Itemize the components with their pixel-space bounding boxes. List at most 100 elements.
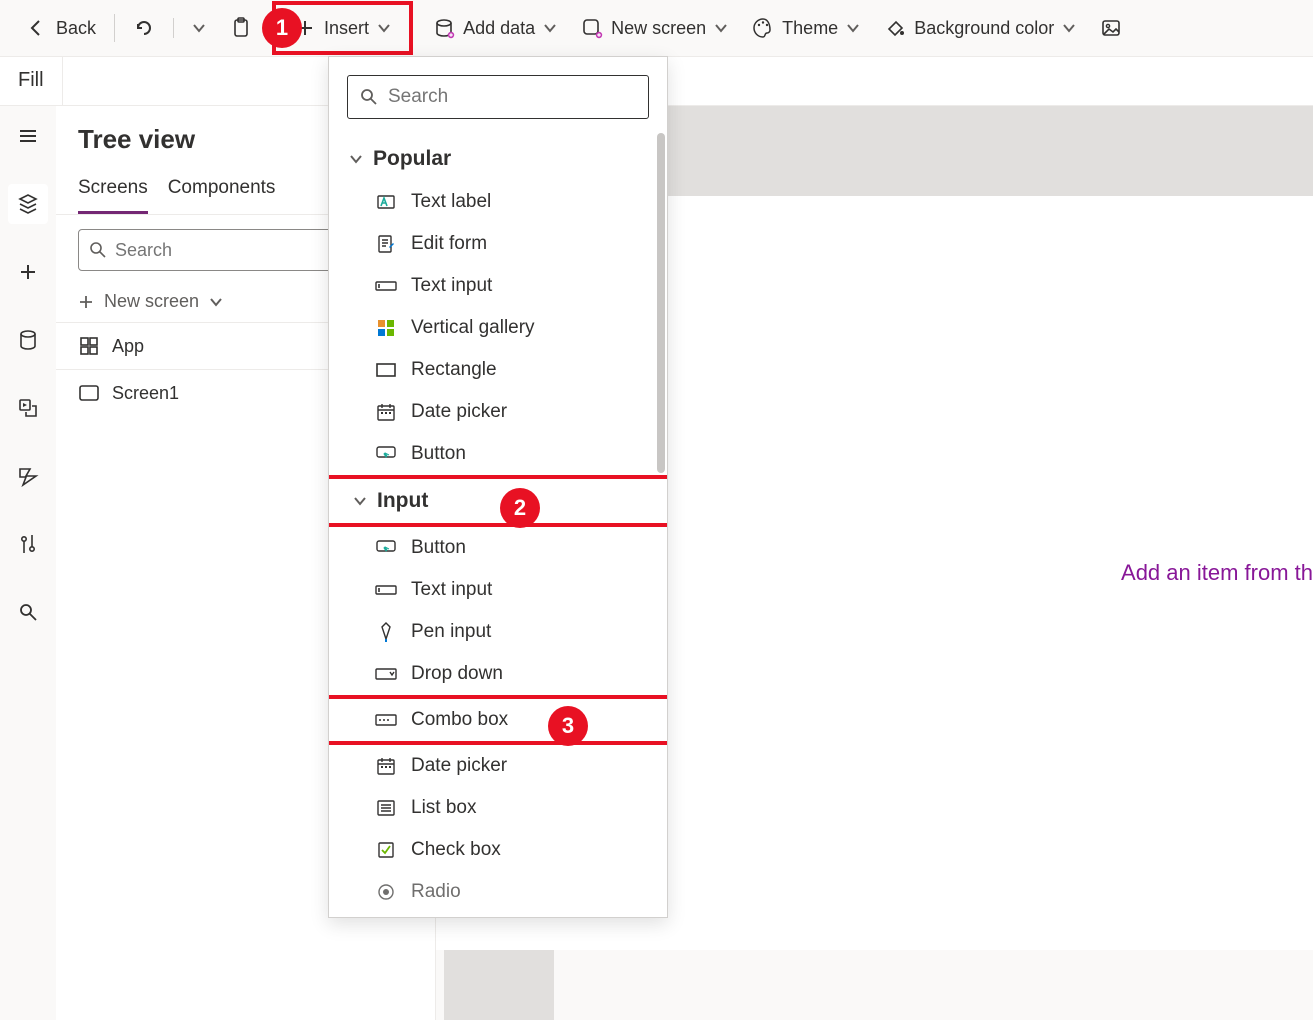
- search-icon: [89, 241, 107, 259]
- palette-icon: [752, 17, 774, 39]
- group-input[interactable]: Input: [333, 479, 663, 523]
- paste-button[interactable]: [220, 9, 262, 47]
- undo-icon: [133, 17, 155, 39]
- insert-item-list-box[interactable]: List box: [329, 787, 667, 829]
- plus-icon: [78, 294, 94, 310]
- insert-item-label: Combo box: [411, 709, 508, 731]
- insert-item-text-label[interactable]: Text label: [329, 181, 667, 223]
- insert-item-label: Vertical gallery: [411, 317, 535, 339]
- theme-label: Theme: [782, 18, 838, 39]
- insert-list: Popular Text label Edit form Text input …: [329, 137, 667, 917]
- undo-dropdown[interactable]: [182, 13, 216, 43]
- group-label: Popular: [373, 147, 451, 171]
- add-data-button[interactable]: Add data: [423, 9, 567, 47]
- chevron-down-icon: [714, 21, 728, 35]
- insert-scrollbar[interactable]: [657, 133, 665, 473]
- insert-item-label: Date picker: [411, 401, 507, 423]
- bucket-icon: [884, 17, 906, 39]
- image-button[interactable]: [1090, 9, 1122, 47]
- chevron-down-icon: [192, 21, 206, 35]
- callout-badge-2: 2: [500, 488, 540, 528]
- insert-item-text-input[interactable]: Text input: [329, 265, 667, 307]
- tab-screens[interactable]: Screens: [78, 169, 148, 214]
- rectangle-icon: [375, 359, 397, 381]
- new-screen-button[interactable]: New screen: [571, 9, 738, 47]
- back-label: Back: [56, 18, 96, 39]
- callout-badge-3: 3: [548, 706, 588, 746]
- insert-item-edit-form[interactable]: Edit form: [329, 223, 667, 265]
- property-selector[interactable]: Fill: [0, 57, 63, 105]
- background-color-button[interactable]: Background color: [874, 9, 1086, 47]
- text-input-icon: [375, 579, 397, 601]
- insert-rail[interactable]: [8, 252, 48, 292]
- group-popular[interactable]: Popular: [329, 137, 667, 181]
- back-button[interactable]: Back: [16, 9, 106, 47]
- insert-item-label: Pen input: [411, 621, 491, 643]
- combo-box-highlight: Combo box: [329, 695, 667, 745]
- chevron-down-icon: [377, 21, 391, 35]
- new-screen-label: New screen: [611, 18, 706, 39]
- insert-item-label: Text label: [411, 191, 491, 213]
- insert-item-button-2[interactable]: Button: [329, 527, 667, 569]
- tree-view-rail[interactable]: [8, 184, 48, 224]
- insert-item-label: Edit form: [411, 233, 487, 255]
- property-name: Fill: [18, 69, 44, 91]
- undo-button[interactable]: [123, 9, 165, 47]
- checkbox-icon: [375, 839, 397, 861]
- insert-item-label: Drop down: [411, 663, 503, 685]
- callout-badge-1: 1: [262, 8, 302, 48]
- insert-item-text-input-2[interactable]: Text input: [329, 569, 667, 611]
- insert-item-vertical-gallery[interactable]: Vertical gallery: [329, 307, 667, 349]
- insert-item-rectangle[interactable]: Rectangle: [329, 349, 667, 391]
- image-icon: [1100, 17, 1122, 39]
- advanced-tools-rail[interactable]: [8, 524, 48, 564]
- tree-item-label: Screen1: [112, 383, 179, 404]
- group-input-highlight: Input: [329, 475, 667, 527]
- chevron-down-icon: [353, 494, 367, 508]
- toolbar-separator: [114, 14, 115, 42]
- top-toolbar: Back Insert Add data: [0, 0, 1313, 56]
- insert-item-label: List box: [411, 797, 476, 819]
- insert-item-pen-input[interactable]: Pen input: [329, 611, 667, 653]
- button-icon: [375, 443, 397, 465]
- insert-item-label: Button: [411, 443, 466, 465]
- media-rail[interactable]: [8, 388, 48, 428]
- radio-icon: [375, 881, 397, 903]
- insert-label: Insert: [324, 18, 369, 39]
- add-data-label: Add data: [463, 18, 535, 39]
- insert-item-check-box[interactable]: Check box: [329, 829, 667, 871]
- theme-button[interactable]: Theme: [742, 9, 870, 47]
- toolbar-separator: [173, 18, 174, 38]
- insert-item-button[interactable]: Button: [329, 433, 667, 475]
- pen-icon: [375, 621, 397, 643]
- calendar-icon: [375, 755, 397, 777]
- chevron-down-icon: [543, 21, 557, 35]
- edit-form-icon: [375, 233, 397, 255]
- tree-item-label: App: [112, 336, 144, 357]
- insert-dropdown-panel: Popular Text label Edit form Text input …: [328, 56, 668, 918]
- insert-item-date-picker[interactable]: Date picker: [329, 391, 667, 433]
- combo-box-icon: [375, 709, 397, 731]
- insert-item-date-picker-2[interactable]: Date picker: [329, 745, 667, 787]
- screen-plus-icon: [581, 17, 603, 39]
- insert-item-label: Button: [411, 537, 466, 559]
- search-rail[interactable]: [8, 592, 48, 632]
- insert-search-input[interactable]: [388, 86, 636, 108]
- clipboard-icon: [230, 17, 252, 39]
- arrow-left-icon: [26, 17, 48, 39]
- text-input-icon: [375, 275, 397, 297]
- group-label: Input: [377, 489, 428, 513]
- listbox-icon: [375, 797, 397, 819]
- insert-search[interactable]: [347, 75, 649, 119]
- hamburger-button[interactable]: [8, 116, 48, 156]
- power-automate-rail[interactable]: [8, 456, 48, 496]
- tab-components[interactable]: Components: [168, 169, 276, 214]
- dropdown-icon: [375, 663, 397, 685]
- chevron-down-icon: [349, 152, 363, 166]
- insert-item-drop-down[interactable]: Drop down: [329, 653, 667, 695]
- app-grid-icon: [78, 335, 100, 357]
- insert-item-combo-box[interactable]: Combo box: [333, 699, 663, 741]
- data-rail[interactable]: [8, 320, 48, 360]
- canvas-empty-message: Add an item from th: [1121, 560, 1313, 586]
- insert-item-radio[interactable]: Radio: [329, 871, 667, 913]
